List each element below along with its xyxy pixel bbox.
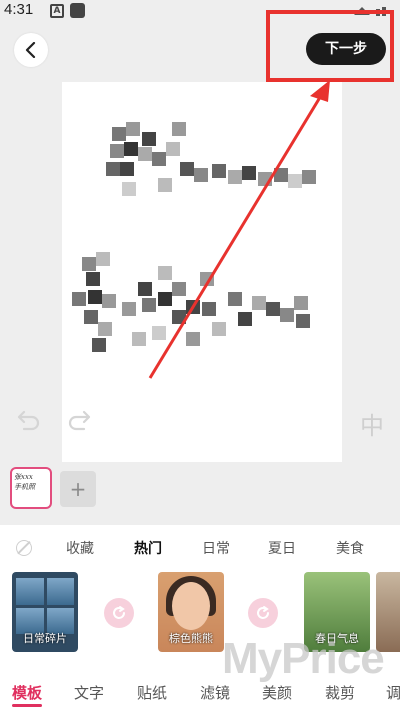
notification-app-icon (70, 3, 85, 18)
category-favorites[interactable]: 收藏 (66, 538, 94, 558)
active-tab-indicator (12, 704, 42, 707)
tab-text[interactable]: 文字 (74, 682, 104, 703)
refresh-button[interactable] (248, 598, 278, 628)
category-food[interactable]: 美食 (336, 538, 364, 558)
no-template-icon[interactable] (16, 540, 32, 556)
notification-a-icon: A (50, 4, 64, 18)
pixelated-handwriting-image (72, 122, 316, 352)
status-time: 4:31 (4, 1, 34, 18)
template-label: 棕色熊熊 (169, 632, 213, 645)
add-page-button[interactable]: + (60, 471, 96, 507)
watermark: MyPrice (222, 634, 385, 683)
tab-template[interactable]: 模板 (12, 682, 42, 703)
undo-button[interactable] (16, 408, 42, 436)
collage-thumbnail (16, 578, 74, 634)
tab-beauty[interactable]: 美颜 (262, 682, 292, 703)
template-card[interactable]: 日常碎片 (12, 572, 78, 652)
editing-canvas[interactable] (62, 82, 342, 462)
back-button[interactable] (14, 33, 48, 67)
category-summer[interactable]: 夏日 (268, 538, 296, 558)
category-hot[interactable]: 热门 (134, 538, 162, 558)
chevron-left-icon (25, 42, 36, 58)
redo-button[interactable] (66, 408, 92, 436)
refresh-icon (113, 606, 125, 619)
redo-icon (68, 410, 91, 431)
portrait-face (172, 582, 210, 630)
annotation-highlight-box (266, 10, 394, 82)
refresh-button[interactable] (104, 598, 134, 628)
tab-sticker[interactable]: 贴纸 (137, 682, 167, 703)
undo-icon (17, 410, 40, 431)
refresh-icon (257, 606, 269, 619)
tab-adjust[interactable]: 调 (386, 682, 400, 703)
thumbnail-line1: 张xxx (14, 473, 33, 481)
thumbnail-line2: 手机照 (14, 483, 35, 491)
category-daily[interactable]: 日常 (202, 538, 230, 558)
compare-icon[interactable]: 中 (360, 406, 384, 441)
page-thumbnail[interactable]: 张xxx 手机照 (10, 467, 52, 509)
tab-filter[interactable]: 滤镜 (200, 682, 230, 703)
tab-crop[interactable]: 裁剪 (325, 682, 355, 703)
template-label: 日常碎片 (23, 632, 67, 645)
template-card[interactable]: 棕色熊熊 (158, 572, 224, 652)
